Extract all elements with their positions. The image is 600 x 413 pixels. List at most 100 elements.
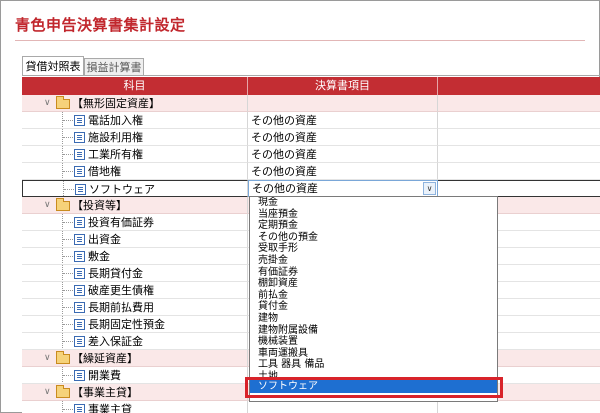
subject-cell[interactable]: ソフトウェア — [22, 180, 248, 197]
category-label: 【事業主貸】 — [72, 386, 138, 399]
tree-line — [63, 290, 73, 291]
dropdown-option[interactable]: 貸付金 — [250, 301, 497, 312]
dropdown-option[interactable]: その他の預金 — [250, 232, 497, 243]
blank-cell — [438, 129, 600, 146]
subject-cell[interactable]: 借地権 — [22, 163, 248, 180]
dropdown-option[interactable]: 車両運搬具 — [250, 348, 497, 359]
column-header-blank — [438, 77, 600, 95]
subject-cell[interactable]: ∨ 【繰延資産】 — [22, 350, 248, 367]
document-icon — [74, 234, 85, 245]
dropdown-option[interactable]: 有価証券 — [250, 267, 497, 278]
statement-item-dropdown[interactable]: 現金 当座預金 定期預金 その他の預金 受取手形 売掛金 有価証券 棚卸資産 前払金 貸付金 建物建… — [249, 196, 498, 402]
tree-line — [63, 256, 73, 257]
dropdown-option[interactable]: 受取手形 — [250, 243, 497, 254]
chevron-down-icon[interactable]: ∨ — [44, 95, 54, 111]
subject-cell[interactable]: 差入保証金 — [22, 333, 248, 350]
dropdown-option[interactable]: 前払金 — [250, 290, 497, 301]
table-row[interactable]: 電話加入権 その他の資産 — [22, 112, 600, 129]
dropdown-option[interactable]: 建物附属設備 — [250, 325, 497, 336]
subject-cell[interactable]: 工業所有権 — [22, 146, 248, 163]
dropdown-option[interactable]: 工具 器具 備品 — [250, 359, 497, 370]
category-label: 【投資等】 — [72, 199, 127, 212]
blank-cell — [438, 146, 600, 163]
statement-item-cell[interactable]: その他の資産 — [248, 163, 438, 180]
grid-header: 科目 決算書項目 — [22, 77, 600, 95]
table-row[interactable]: 工業所有権 その他の資産 — [22, 146, 600, 163]
page-title: 青色申告決算書集計設定 — [15, 16, 186, 34]
chevron-down-icon[interactable]: ∨ — [44, 197, 54, 213]
tree-line — [63, 137, 73, 138]
tree-line — [63, 341, 73, 342]
blank-cell — [438, 401, 600, 413]
account-label: 破産更生債権 — [88, 284, 154, 297]
subject-cell[interactable]: ∨ 【事業主貸】 — [22, 384, 248, 401]
table-row[interactable]: ソフトウェア その他の資産 ∨ — [22, 180, 600, 197]
chevron-down-icon[interactable]: ∨ — [44, 384, 54, 400]
document-icon — [74, 251, 85, 262]
document-icon — [74, 132, 85, 143]
dropdown-option[interactable]: 建物 — [250, 313, 497, 324]
document-icon — [74, 336, 85, 347]
chevron-down-icon[interactable]: ∨ — [423, 182, 436, 195]
subject-cell[interactable]: 投資有価証券 — [22, 214, 248, 231]
document-icon — [74, 404, 85, 413]
subject-cell[interactable]: 破産更生債権 — [22, 282, 248, 299]
statement-item-cell[interactable] — [248, 401, 438, 413]
table-row[interactable]: 借地権 その他の資産 — [22, 163, 600, 180]
tree-line — [63, 375, 73, 376]
category-row[interactable]: ∨ 【無形固定資産】 — [22, 95, 600, 112]
document-icon — [75, 184, 86, 195]
statement-item-cell[interactable] — [248, 95, 438, 112]
account-label: 開業費 — [88, 369, 121, 382]
account-label: ソフトウェア — [89, 183, 155, 196]
chevron-down-icon[interactable]: ∨ — [44, 350, 54, 366]
tab-divider — [22, 75, 600, 76]
tree-line — [64, 189, 74, 190]
account-label: 投資有価証券 — [88, 216, 154, 229]
title-divider — [15, 40, 585, 41]
subject-cell[interactable]: 事業主貸 — [22, 401, 248, 413]
statement-item-cell[interactable]: その他の資産 — [248, 112, 438, 129]
tree-line — [63, 222, 73, 223]
tree-line — [63, 171, 73, 172]
tab-balance-sheet[interactable]: 貸借対照表 — [22, 56, 84, 76]
dropdown-option[interactable]: 現金 — [250, 197, 497, 208]
column-header-subject[interactable]: 科目 — [22, 77, 248, 95]
document-icon — [74, 166, 85, 177]
column-header-statement-item[interactable]: 決算書項目 — [248, 77, 438, 95]
subject-cell[interactable]: ∨ 【投資等】 — [22, 197, 248, 214]
tree-line — [63, 120, 73, 121]
statement-item-combo[interactable]: その他の資産 ∨ — [248, 180, 438, 197]
dropdown-option[interactable]: 棚卸資産 — [250, 278, 497, 289]
blank-cell — [438, 163, 600, 180]
blank-cell — [438, 95, 600, 112]
subject-cell[interactable]: 敷金 — [22, 248, 248, 265]
subject-cell[interactable]: 長期前払費用 — [22, 299, 248, 316]
dropdown-option[interactable]: 機械装置 — [250, 336, 497, 347]
tree-line — [63, 324, 73, 325]
document-icon — [74, 149, 85, 160]
table-row[interactable]: 事業主貸 — [22, 401, 600, 413]
dropdown-option[interactable]: 売掛金 — [250, 255, 497, 266]
tab-income-statement[interactable]: 損益計算書 — [84, 58, 144, 75]
document-icon — [74, 268, 85, 279]
subject-cell[interactable]: 長期固定性預金 — [22, 316, 248, 333]
account-label: 施設利用権 — [88, 131, 143, 144]
subject-cell[interactable]: 施設利用権 — [22, 129, 248, 146]
subject-cell[interactable]: ∨ 【無形固定資産】 — [22, 95, 248, 112]
table-row[interactable]: 施設利用権 その他の資産 — [22, 129, 600, 146]
blank-cell — [438, 112, 600, 129]
statement-item-cell[interactable]: その他の資産 — [248, 129, 438, 146]
subject-cell[interactable]: 開業費 — [22, 367, 248, 384]
statement-item-cell[interactable]: その他の資産 — [248, 146, 438, 163]
tree-line — [62, 401, 64, 413]
subject-cell[interactable]: 出資金 — [22, 231, 248, 248]
subject-cell[interactable]: 長期貸付金 — [22, 265, 248, 282]
dropdown-option[interactable]: 当座預金 — [250, 209, 497, 220]
tree-line — [63, 154, 73, 155]
account-label: 出資金 — [88, 233, 121, 246]
document-icon — [74, 319, 85, 330]
subject-cell[interactable]: 電話加入権 — [22, 112, 248, 129]
dropdown-option[interactable]: 定期預金 — [250, 220, 497, 231]
tree-line — [63, 409, 73, 410]
